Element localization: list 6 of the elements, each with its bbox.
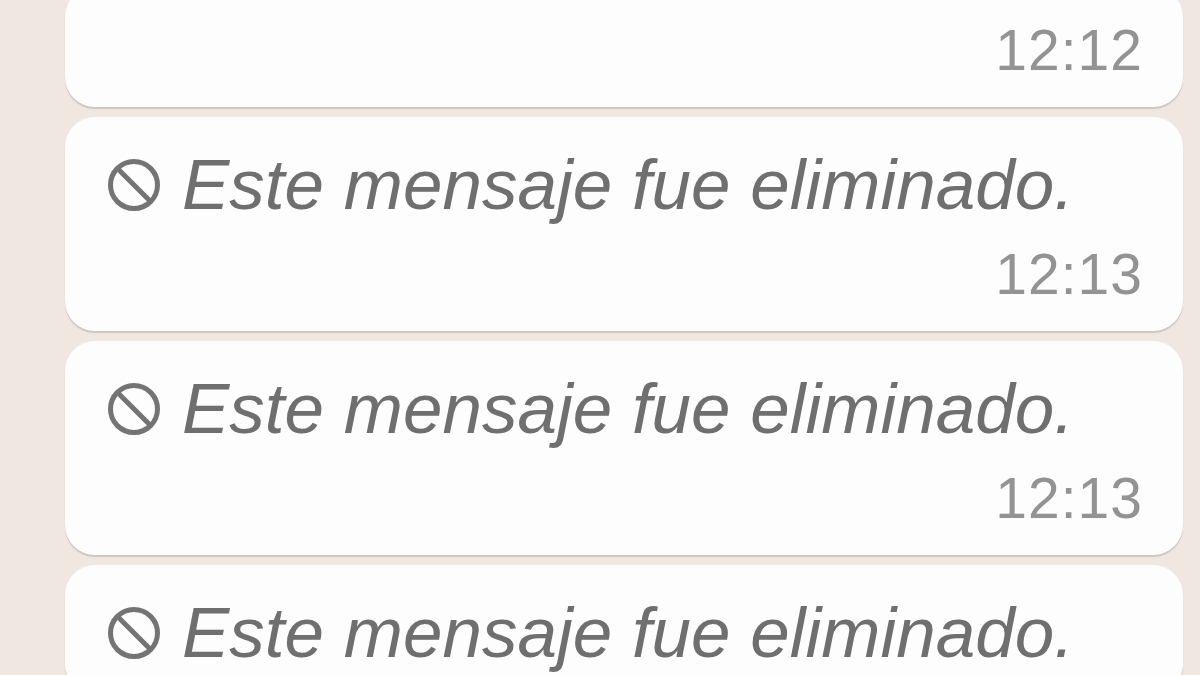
message-text: Este mensaje fue eliminado. — [182, 371, 1074, 447]
message-text: Este mensaje fue eliminado. — [182, 595, 1074, 671]
message-time: 12:13 — [995, 241, 1143, 308]
message-time: 12:12 — [995, 17, 1143, 84]
message-time: 12:13 — [995, 465, 1143, 532]
message-text: Este mensaje fue eliminado. — [182, 147, 1074, 223]
